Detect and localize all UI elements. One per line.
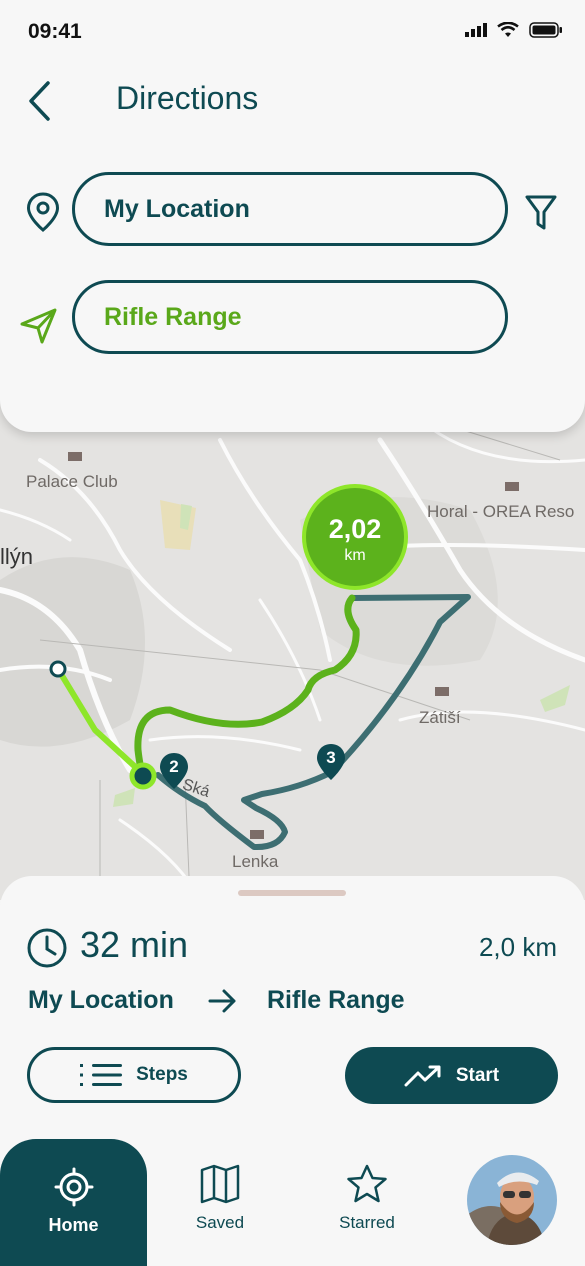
sheet-drag-handle[interactable] (238, 890, 346, 896)
route-to: Rifle Range (267, 986, 405, 1014)
list-icon (80, 1064, 123, 1086)
start-button[interactable]: Start (345, 1047, 558, 1104)
route-duration: 32 min (80, 924, 189, 965)
route-from: My Location (28, 986, 174, 1014)
status-time: 09:41 (28, 20, 82, 43)
waypoint-marker-3-label: 3 (326, 748, 336, 767)
status-icons (465, 22, 563, 38)
target-icon (54, 1167, 94, 1207)
route-distance: 2,0 km (478, 932, 557, 962)
map-label-town: llýn (0, 544, 34, 569)
nav-home[interactable]: Home (0, 1139, 147, 1266)
waypoint-marker-2-label: 2 (169, 757, 179, 776)
waypoint-marker-3[interactable]: 3 (316, 743, 346, 781)
avatar-image (467, 1155, 557, 1245)
map-label-zatisi: Zátiší (419, 708, 461, 727)
profile-avatar[interactable] (467, 1155, 557, 1245)
clock-icon (27, 928, 67, 968)
nav-starred-label: Starred (339, 1213, 395, 1232)
distance-bubble-unit: km (344, 547, 366, 564)
steps-button-label: Steps (136, 1064, 188, 1085)
map-label-lenka: Lenka (232, 852, 279, 871)
start-button-label: Start (455, 1064, 500, 1086)
location-pin-icon (26, 192, 60, 232)
arrow-right-icon (208, 989, 236, 1013)
star-icon (347, 1164, 387, 1203)
trending-up-icon (404, 1065, 441, 1086)
map-view[interactable]: Palace Club Horal - OREA Reso llýn Zátiš… (0, 400, 585, 900)
nav-home-label: Home (48, 1215, 99, 1235)
waypoint-marker-2[interactable]: 2 (159, 752, 189, 790)
destination-input[interactable]: Rifle Range (72, 280, 508, 354)
nav-saved-label: Saved (195, 1213, 245, 1232)
nav-saved[interactable]: Saved (180, 1164, 260, 1233)
origin-input[interactable]: My Location (72, 172, 508, 246)
cellular-signal-icon (465, 23, 487, 37)
map-icon (200, 1164, 240, 1204)
back-button[interactable] (26, 80, 60, 122)
battery-icon (529, 22, 562, 38)
status-bar: 09:41 (0, 0, 585, 60)
navigation-send-icon (20, 308, 57, 344)
page-title: Directions (116, 80, 259, 116)
wifi-icon (497, 22, 519, 37)
filter-icon[interactable] (525, 194, 557, 232)
distance-bubble-value: 2,02 (328, 514, 382, 544)
directions-panel: 09:41 Directions My Location Rifle Range (0, 0, 585, 432)
map-label-horal: Horal - OREA Reso (427, 502, 575, 521)
distance-bubble: 2,02 km (302, 484, 408, 590)
steps-button[interactable]: Steps (27, 1047, 241, 1103)
bottom-navigation: Home Saved Starred (0, 1136, 585, 1266)
map-label-palace-club: Palace Club (26, 472, 118, 491)
nav-starred[interactable]: Starred (327, 1164, 407, 1233)
